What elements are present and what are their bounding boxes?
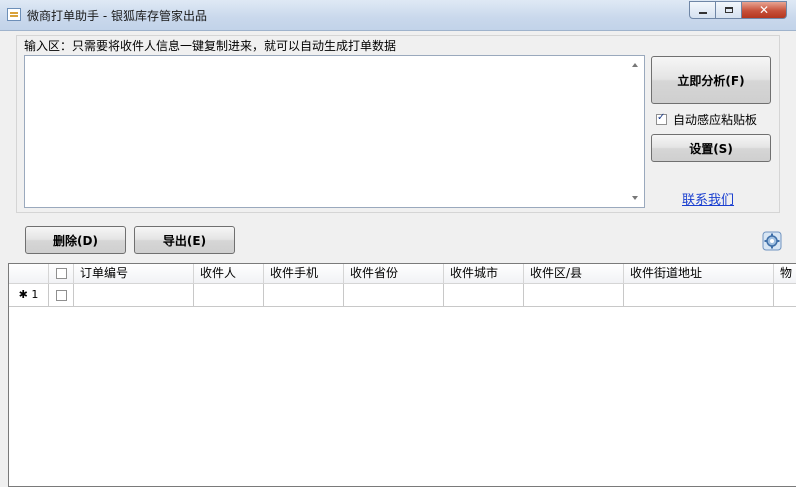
cell-district[interactable] xyxy=(524,284,624,306)
gear-icon[interactable] xyxy=(762,231,782,251)
column-header-order-number[interactable]: 订单编号 xyxy=(74,264,194,283)
export-button[interactable]: 导出(E) xyxy=(134,226,235,254)
row-header-corner xyxy=(9,264,49,283)
close-icon: ✕ xyxy=(758,3,770,17)
row-header[interactable]: ✱ 1 xyxy=(9,284,49,306)
cell-street-address[interactable] xyxy=(624,284,774,306)
auto-paste-label[interactable]: 自动感应粘贴板 xyxy=(673,111,757,128)
select-all-cell[interactable] xyxy=(49,264,74,283)
cell-city[interactable] xyxy=(444,284,524,306)
row-number: 1 xyxy=(31,288,39,301)
cell-order-number[interactable] xyxy=(74,284,194,306)
cell-province[interactable] xyxy=(344,284,444,306)
select-all-checkbox[interactable] xyxy=(55,268,67,279)
column-header-city[interactable]: 收件城市 xyxy=(444,264,524,283)
cell-partial[interactable] xyxy=(774,284,796,306)
app-icon xyxy=(7,8,21,21)
contact-us-link[interactable]: 联系我们 xyxy=(682,189,734,208)
cell-phone[interactable] xyxy=(264,284,344,306)
auto-paste-option[interactable]: 自动感应粘贴板 xyxy=(656,111,757,128)
column-header-recipient[interactable]: 收件人 xyxy=(194,264,264,283)
order-grid[interactable]: 订单编号 收件人 收件手机 收件省份 收件城市 收件区/县 收件街道地址 物 ✱… xyxy=(8,263,796,487)
table-row[interactable]: ✱ 1 xyxy=(9,284,796,307)
settings-button[interactable]: 设置(S) xyxy=(651,134,771,162)
cell-recipient[interactable] xyxy=(194,284,264,306)
delete-button[interactable]: 删除(D) xyxy=(25,226,126,254)
analyze-button[interactable]: 立即分析(F) xyxy=(651,56,771,104)
column-header-phone[interactable]: 收件手机 xyxy=(264,264,344,283)
column-header-district[interactable]: 收件区/县 xyxy=(524,264,624,283)
close-button[interactable]: ✕ xyxy=(742,1,787,19)
window-controls: ✕ xyxy=(689,1,787,19)
column-header-street-address[interactable]: 收件街道地址 xyxy=(624,264,774,283)
title-bar[interactable]: 微商打单助手 - 银狐库存管家出品 ✕ xyxy=(0,0,796,31)
window-title: 微商打单助手 - 银狐库存管家出品 xyxy=(27,9,207,23)
row-select-cell[interactable] xyxy=(49,284,74,306)
input-area-label: 输入区：只需要将收件人信息一键复制进来，就可以自动生成打单数据 xyxy=(24,39,397,53)
input-textarea[interactable] xyxy=(24,55,645,208)
minimize-button[interactable] xyxy=(689,1,716,19)
new-row-marker-icon: ✱ xyxy=(18,288,28,301)
row-select-checkbox[interactable] xyxy=(55,289,67,301)
maximize-icon xyxy=(724,7,733,13)
scroll-down-icon[interactable] xyxy=(632,196,638,200)
grid-header: 订单编号 收件人 收件手机 收件省份 收件城市 收件区/县 收件街道地址 物 xyxy=(9,264,796,284)
column-header-partial[interactable]: 物 xyxy=(774,264,796,283)
maximize-button[interactable] xyxy=(716,1,742,19)
column-header-province[interactable]: 收件省份 xyxy=(344,264,444,283)
auto-paste-checkbox[interactable] xyxy=(656,112,667,125)
input-scrollbar[interactable] xyxy=(627,56,644,207)
minimize-icon xyxy=(698,12,707,14)
scroll-up-icon[interactable] xyxy=(632,63,638,67)
